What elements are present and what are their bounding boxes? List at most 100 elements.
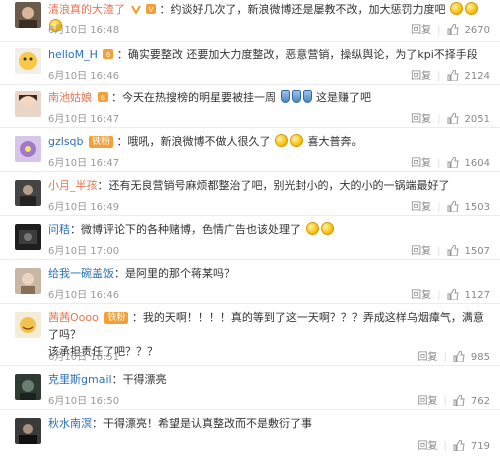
fan-badge: 铁粉 (89, 136, 114, 148)
avatar[interactable] (15, 91, 41, 117)
comment-time: 6月10日 16:50 (48, 396, 120, 407)
comment-text: 是阿里的那个蒋某吗？ (125, 267, 235, 280)
avatar-image (15, 91, 41, 117)
comment-separator: ： (159, 3, 171, 16)
avatar[interactable] (15, 418, 41, 444)
comment-text-continued: 喜大普奔。 (307, 135, 363, 148)
emoji-icon (280, 90, 290, 103)
emoji-icon (305, 222, 319, 235)
avatar-image (15, 312, 41, 338)
like-count: 762 (470, 396, 490, 407)
like-icon[interactable] (447, 201, 459, 212)
reply-button[interactable]: 回复 (411, 158, 431, 169)
svg-text:6: 6 (106, 52, 110, 59)
clap-emoji-icon (465, 2, 478, 15)
comment-username[interactable]: 问秸 (48, 223, 70, 236)
avatar[interactable] (15, 2, 41, 28)
avatar-image (15, 374, 41, 400)
avatar[interactable] (15, 180, 41, 206)
comment-username[interactable]: 小月_半孩 (48, 179, 98, 192)
comment-separator: ： (111, 91, 122, 104)
comment-time: 6月10日 16:48 (48, 25, 120, 36)
avatar[interactable] (15, 374, 41, 400)
comment-item: 问秸：微博评论下的各种赌博，色情广告也该处理了 6月10日 17:00 回复 | 1… (0, 216, 500, 260)
comment-separator: ： (111, 373, 123, 386)
avatar-image (15, 136, 41, 162)
comment-text: 干得漂亮 (122, 373, 167, 386)
comment-username[interactable]: helloM_H (48, 48, 98, 61)
comment-text: 微博评论下的各种赌博，色情广告也该处理了 (81, 223, 301, 236)
comment-text: 确实要整改 还要加大力度整改，恶意营销，操纵舆论，为了kpi不择手段 (127, 48, 478, 61)
reply-button[interactable]: 回复 (411, 114, 431, 125)
like-icon[interactable] (447, 157, 459, 168)
reply-button[interactable]: 回复 (411, 246, 431, 257)
like-icon[interactable] (447, 245, 459, 256)
like-icon[interactable] (447, 24, 459, 35)
like-icon[interactable] (453, 395, 465, 406)
comment-time: 6月10日 17:00 (48, 246, 120, 257)
vip-icon: 6 (103, 49, 114, 59)
comment-text: 干得漂亮！希望是认真整改而不是敷衍了事 (103, 417, 312, 430)
reply-button[interactable]: 回复 (418, 441, 438, 452)
comment-separator: ： (114, 267, 125, 280)
avatar[interactable] (15, 224, 41, 250)
comment-username[interactable]: 给我一碗盖饭 (48, 267, 114, 280)
comment-username[interactable]: 茜茜Oooo (48, 311, 99, 324)
reply-button[interactable]: 回复 (418, 396, 438, 407)
comment-list: 清浪真的大渣了 V ：约谈好几次了，新浪微博还是屡教不改，加大惩罚力度吧 6月1… (0, 0, 500, 456)
avatar-image (15, 224, 41, 250)
emoji-icon (275, 134, 289, 147)
comment-item: 清浪真的大渣了 V ：约谈好几次了，新浪微博还是屡教不改，加大惩罚力度吧 6月1… (0, 0, 500, 42)
comment-text-continued: 这是赚了吧 (316, 91, 371, 104)
comment-separator: ： (92, 417, 103, 430)
vip-icon: V (146, 4, 156, 14)
like-count: 1503 (464, 202, 490, 213)
comment-text: 今天在热搜榜的明星要被挂一周 (122, 91, 276, 104)
like-count: 1604 (464, 158, 490, 169)
like-icon[interactable] (453, 440, 465, 451)
like-icon[interactable] (447, 289, 459, 300)
like-count: 2124 (464, 71, 490, 82)
comment-time: 6月10日 16:46 (48, 290, 120, 301)
like-count: 2670 (464, 25, 490, 36)
like-icon[interactable] (453, 351, 465, 362)
reply-button[interactable]: 回复 (418, 352, 438, 363)
like-count: 985 (470, 352, 490, 363)
like-icon[interactable] (447, 113, 459, 124)
avatar[interactable] (15, 136, 41, 162)
reply-button[interactable]: 回复 (411, 290, 431, 301)
comment-separator: ： (116, 48, 128, 61)
reply-button[interactable]: 回复 (411, 25, 431, 36)
comment-separator: ： (131, 311, 143, 324)
comment-item: gzlsqb 铁粉 ：哦吼，新浪微博不做人很久了 喜大普奔。 6月10日 16:… (0, 128, 500, 172)
emoji-icon (291, 90, 301, 103)
comment-username[interactable]: 南池姑娘 (48, 91, 92, 104)
reply-button[interactable]: 回复 (411, 202, 431, 213)
reply-button[interactable]: 回复 (411, 71, 431, 82)
avatar-image (15, 268, 41, 294)
comment-time: 6月10日 16:47 (48, 114, 120, 125)
comment-username[interactable]: gzlsqb (48, 135, 84, 148)
like-icon[interactable] (447, 70, 459, 81)
comment-separator: ： (97, 179, 109, 192)
avatar[interactable] (15, 48, 41, 74)
vip-icon: 6 (97, 92, 108, 102)
comment-text: 哦吼，新浪微博不做人很久了 (127, 135, 271, 148)
comment-username[interactable]: 秋水南溟 (48, 417, 92, 430)
comment-time: 6月10日 16:46 (48, 71, 120, 82)
avatar[interactable] (15, 268, 41, 294)
avatar[interactable] (15, 312, 41, 338)
comment-username[interactable]: 克里斯gmail (48, 373, 112, 386)
like-count: 1507 (464, 246, 490, 257)
emoji-icon (302, 90, 312, 103)
comment-separator: ： (70, 223, 81, 236)
emoji-icon (290, 134, 304, 147)
comment-item: 茜茜Oooo 铁粉 ：我的天啊！！！！真的等到了这一天啊？？？弄成这样乌烟瘴气，… (0, 304, 500, 366)
comment-time: 6月10日 16:47 (48, 158, 120, 169)
verified-icon (130, 5, 141, 14)
comment-item: 给我一碗盖饭：是阿里的那个蒋某吗？ 6月10日 16:46 回复 | 1127 (0, 260, 500, 304)
comment-username[interactable]: 清浪真的大渣了 (48, 3, 125, 16)
comment-item: 小月_半孩：还有无良营销号麻烦都整治了吧，别光封小的，大的小的一锅端最好了 6月… (0, 172, 500, 216)
avatar-image (15, 48, 41, 74)
avatar-image (15, 180, 41, 206)
